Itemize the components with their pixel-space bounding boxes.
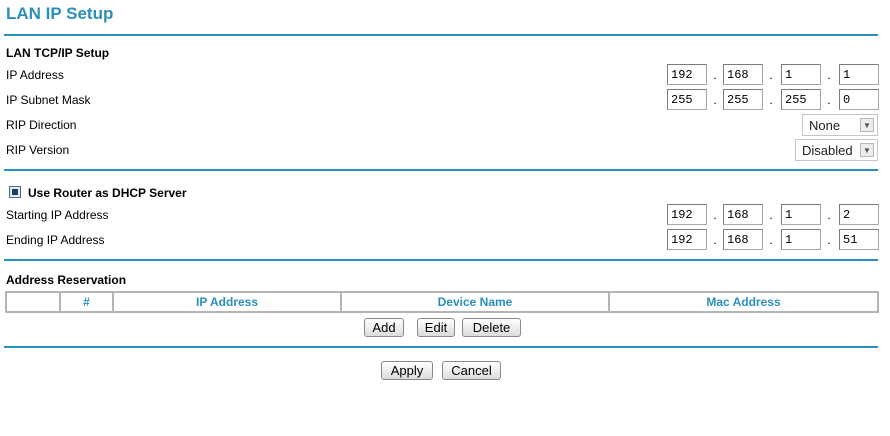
dhcp-server-checkbox[interactable] bbox=[9, 186, 21, 198]
dot-separator: . bbox=[769, 93, 773, 107]
rip-version-label: RIP Version bbox=[6, 143, 70, 157]
subnet-mask-field: . . . bbox=[667, 89, 879, 111]
column-header-number: # bbox=[59, 291, 114, 313]
rip-direction-select[interactable]: None ▼ bbox=[802, 114, 878, 136]
subnet-mask-octet-1[interactable] bbox=[667, 89, 707, 110]
chevron-down-icon: ▼ bbox=[860, 143, 874, 157]
ip-address-octet-3[interactable] bbox=[781, 64, 821, 85]
reservation-table: # IP Address Device Name Mac Address bbox=[5, 291, 879, 313]
starting-ip-octet-3[interactable] bbox=[781, 204, 821, 225]
rip-version-value: Disabled bbox=[802, 142, 853, 158]
rip-direction-label: RIP Direction bbox=[6, 118, 77, 132]
ip-address-octet-4[interactable] bbox=[839, 64, 879, 85]
column-header-device-name: Device Name bbox=[340, 291, 610, 313]
ip-address-label: IP Address bbox=[6, 68, 64, 82]
divider bbox=[4, 34, 878, 36]
dot-separator: . bbox=[769, 68, 773, 82]
ip-address-octet-1[interactable] bbox=[667, 64, 707, 85]
dot-separator: . bbox=[827, 208, 831, 222]
subnet-mask-octet-3[interactable] bbox=[781, 89, 821, 110]
subnet-mask-label: IP Subnet Mask bbox=[6, 93, 91, 107]
starting-ip-octet-4[interactable] bbox=[839, 204, 879, 225]
dot-separator: . bbox=[713, 93, 717, 107]
rip-direction-value: None bbox=[809, 117, 841, 133]
dot-separator: . bbox=[713, 233, 717, 247]
ending-ip-field: . . . bbox=[667, 229, 879, 251]
starting-ip-octet-1[interactable] bbox=[667, 204, 707, 225]
ending-ip-octet-4[interactable] bbox=[839, 229, 879, 250]
delete-button[interactable]: Delete bbox=[462, 318, 521, 337]
page-title: LAN IP Setup bbox=[6, 4, 114, 23]
ending-ip-label: Ending IP Address bbox=[6, 233, 105, 247]
dot-separator: . bbox=[713, 68, 717, 82]
apply-button[interactable]: Apply bbox=[381, 361, 433, 380]
edit-button[interactable]: Edit bbox=[417, 318, 455, 337]
divider bbox=[4, 346, 878, 348]
divider bbox=[4, 259, 878, 261]
starting-ip-field: . . . bbox=[667, 204, 879, 226]
column-header-mac-address: Mac Address bbox=[608, 291, 879, 313]
address-reservation-heading: Address Reservation bbox=[6, 273, 127, 287]
dot-separator: . bbox=[713, 208, 717, 222]
table-header-row: # IP Address Device Name Mac Address bbox=[5, 291, 879, 313]
dot-separator: . bbox=[827, 68, 831, 82]
ending-ip-octet-1[interactable] bbox=[667, 229, 707, 250]
cancel-button[interactable]: Cancel bbox=[442, 361, 501, 380]
subnet-mask-octet-2[interactable] bbox=[723, 89, 763, 110]
starting-ip-octet-2[interactable] bbox=[723, 204, 763, 225]
ending-ip-octet-2[interactable] bbox=[723, 229, 763, 250]
column-header-ip-address: IP Address bbox=[112, 291, 342, 313]
starting-ip-label: Starting IP Address bbox=[6, 208, 109, 222]
subnet-mask-octet-4[interactable] bbox=[839, 89, 879, 110]
lan-tcpip-heading: LAN TCP/IP Setup bbox=[6, 46, 110, 60]
dhcp-server-label: Use Router as DHCP Server bbox=[28, 186, 187, 200]
divider bbox=[4, 169, 878, 171]
ip-address-octet-2[interactable] bbox=[723, 64, 763, 85]
dot-separator: . bbox=[769, 208, 773, 222]
chevron-down-icon: ▼ bbox=[860, 118, 874, 132]
dot-separator: . bbox=[769, 233, 773, 247]
rip-version-select[interactable]: Disabled ▼ bbox=[795, 139, 878, 161]
ending-ip-octet-3[interactable] bbox=[781, 229, 821, 250]
dot-separator: . bbox=[827, 93, 831, 107]
checkbox-checked-icon bbox=[12, 189, 18, 195]
column-header-select bbox=[5, 291, 61, 313]
add-button[interactable]: Add bbox=[364, 318, 404, 337]
ip-address-field: . . . bbox=[667, 64, 879, 86]
dot-separator: . bbox=[827, 233, 831, 247]
